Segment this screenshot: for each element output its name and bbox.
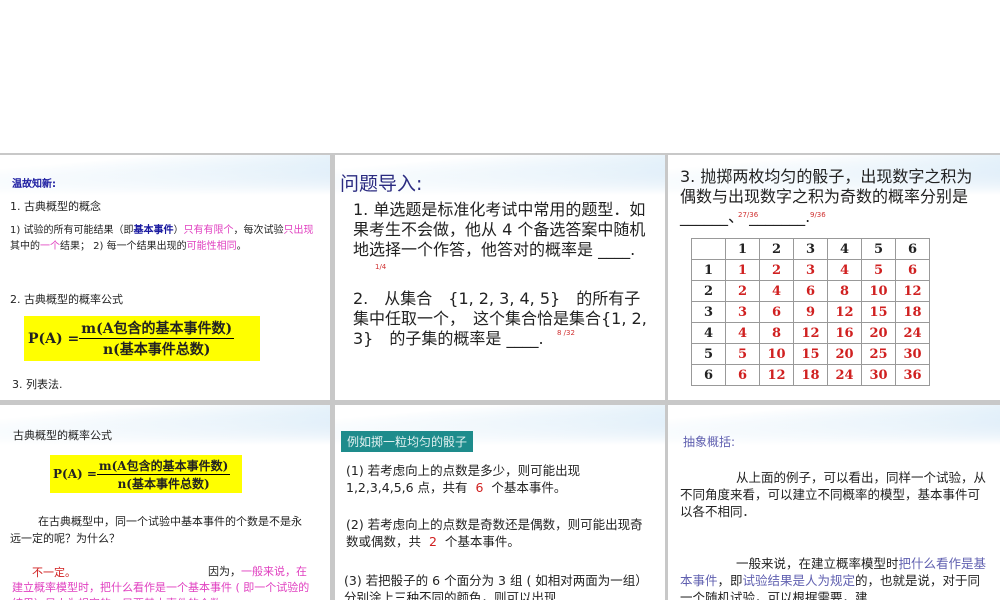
table-cell: 4 [759,280,794,302]
table-header-row: 123456 [691,238,930,260]
table-cell: 1 [691,259,726,281]
slide-title: 问题导入: [340,173,423,195]
table-cell: 3 [725,301,760,323]
slide-dice-product[interactable]: 3. 抛掷两枚均匀的骰子，出现数字之积为偶数与出现数字之积为奇数的概率分别是 _… [668,155,1000,400]
table-cell: 2 [691,280,726,302]
table-cell: 4 [827,238,862,260]
slide-title: 古典概型的概率公式 [13,429,112,442]
table-cell: 2 [759,259,794,281]
table-cell: 18 [793,364,828,386]
answer-even: 27/36 [738,211,759,219]
answer-1: 1/4 [375,263,387,271]
table-cell: 2 [759,238,794,260]
answer-2: 8 /32 [557,329,575,337]
table-cell: 15 [793,343,828,365]
table-row: 3 3 6 9 12 15 18 [691,301,930,323]
table-cell: 18 [895,301,930,323]
table-cell: 8 [759,322,794,344]
probability-formula: P(A) = m(A包含的基本事件数) n(基本事件总数) [24,316,260,361]
table-cell: 6 [759,301,794,323]
table-cell: 4 [827,259,862,281]
table-cell: 12 [827,301,862,323]
table-cell: 1 [725,238,760,260]
table-cell: 20 [827,343,862,365]
explanation-text: 因为，一般来说，在建立概率模型时，把什么看作是一个基本事件 ( 即一个试验的结果… [12,565,310,600]
heading-concept: 1. 古典概型的概念 [10,200,101,213]
heading-formula: 2. 古典概型的概率公式 [10,293,123,306]
case-2: (2) 若考虑向上的点数是奇数还是偶数，则可能出现奇数或偶数，共 2 个基本事件… [346,517,643,549]
slide-title: 抽象概括: [683,435,736,449]
answer-odd: 9/36 [810,211,826,219]
table-cell: 25 [861,343,896,365]
table-cell: 6 [691,364,726,386]
table-row: 5 5 10 15 20 25 30 [691,343,930,365]
heading-table-method: 3. 列表法. [12,378,63,391]
slide-grid: 温故知新: 1. 古典概型的概念 1) 试验的所有可能结果（即基本事件）只有有限… [0,153,1000,600]
slide-dice-example[interactable]: 例如掷一粒均匀的骰子 (1) 若考虑向上的点数是多少，则可能出现 1,2,3,4… [335,405,665,600]
slide-intro[interactable]: 问题导入: 1. 单选题是标准化考试中常用的题型．如果考生不会做，他从 4 个备… [335,155,665,400]
table-cell: 6 [793,280,828,302]
example-heading: 例如掷一粒均匀的骰子 [341,431,474,452]
question-text: 在古典概型中，同一个试验中基本事件的个数是不是永远一定的呢？为什么？ [10,515,302,545]
question-2: 2. 从集合 {1, 2, 3, 4, 5} 的所有子集中任取一个， 这个集合恰… [353,289,647,348]
table-cell: 2 [725,280,760,302]
table-cell: 12 [793,322,828,344]
table-cell [691,238,726,260]
table-cell: 6 [725,364,760,386]
table-row: 4 4 8 12 16 20 24 [691,322,930,344]
question-3: 3. 抛掷两枚均匀的骰子，出现数字之积为偶数与出现数字之积为奇数的概率分别是 _… [680,167,973,226]
summary-paragraph-1: 从上面的例子，可以看出，同样一个试验，从不同角度来看，可以建立不同概率的模型，基… [680,470,987,519]
table-cell: 24 [827,364,862,386]
probability-formula: P(A) = m(A包含的基本事件数) n(基本事件总数) [50,455,242,493]
slide-abstraction[interactable]: 抽象概括: 从上面的例子，可以看出，同样一个试验，从不同角度来看，可以建立不同概… [668,405,1000,600]
table-cell: 10 [759,343,794,365]
table-cell: 5 [691,343,726,365]
table-cell: 12 [759,364,794,386]
slide-formula-question[interactable]: 古典概型的概率公式 P(A) = m(A包含的基本事件数) n(基本事件总数) 在… [0,405,330,600]
table-cell: 30 [895,343,930,365]
table-cell: 16 [827,322,862,344]
table-cell: 5 [725,343,760,365]
table-cell: 3 [793,259,828,281]
table-cell: 4 [691,322,726,344]
table-cell: 10 [861,280,896,302]
table-cell: 8 [827,280,862,302]
table-cell: 20 [861,322,896,344]
case-3: (3) 若把骰子的 6 个面分为 3 组 ( 如相对两面为一组）分别涂上三种不同… [344,573,648,600]
question-1: 1. 单选题是标准化考试中常用的题型．如果考生不会做，他从 4 个备选答案中随机… [353,200,646,259]
table-cell: 15 [861,301,896,323]
concept-text: 1) 试验的所有可能结果（即基本事件）只有有限个，每次试验只出现其中的一个结果；… [10,225,314,252]
table-row: 2 2 4 6 8 10 12 [691,280,930,302]
table-cell: 5 [861,238,896,260]
table-cell: 30 [861,364,896,386]
slide-title: 温故知新: [12,179,56,190]
table-cell: 1 [725,259,760,281]
table-cell: 3 [691,301,726,323]
table-cell: 6 [895,238,930,260]
table-row: 1123456 [691,259,930,281]
table-cell: 36 [895,364,930,386]
product-table: 1 2 3 4 5 6 1 1 2 3 4 5 6 2 2 4 6 8 10 12 3 3 6 9 12 15 18 4 4 8 12 16 2… [691,238,930,386]
case-1: (1) 若考虑向上的点数是多少，则可能出现 1,2,3,4,5,6 点，共有 6… [346,463,581,495]
table-cell: 12 [895,280,930,302]
slide-review[interactable]: 温故知新: 1. 古典概型的概念 1) 试验的所有可能结果（即基本事件）只有有限… [0,155,330,400]
table-cell: 9 [793,301,828,323]
table-row: 6 6 12 18 24 30 36 [691,364,930,386]
table-cell: 6 [895,259,930,281]
table-cell: 24 [895,322,930,344]
summary-paragraph-2: 一般来说，在建立概率模型时把什么看作是基本事件，即试验结果是人为规定的，也就是说… [680,556,987,600]
table-cell: 3 [793,238,828,260]
table-cell: 4 [725,322,760,344]
table-cell: 5 [861,259,896,281]
